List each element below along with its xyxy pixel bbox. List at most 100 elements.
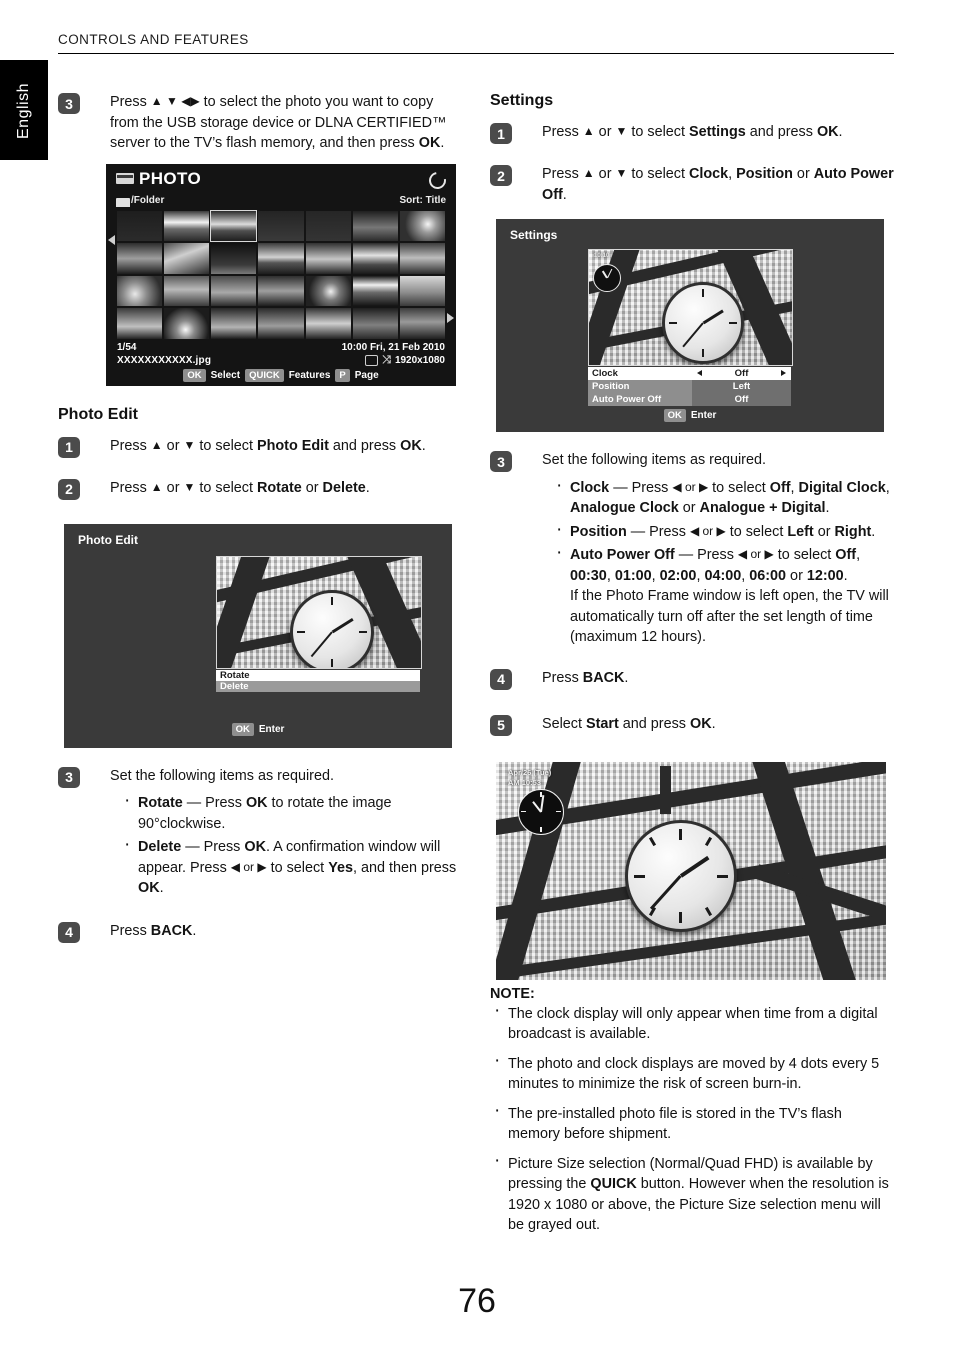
step-text: Set the following items as required. Clo… [542, 450, 896, 648]
frame-overlay-time: AM 10:53 [508, 777, 541, 787]
settings-row-label: Position [588, 380, 692, 393]
keyword: OK [244, 839, 266, 855]
t: , and then press [353, 859, 457, 876]
keyword: Position [736, 166, 793, 182]
step-badge: 1 [490, 123, 512, 144]
step-badge: 2 [58, 478, 80, 500]
note-item: Picture Size selection (Normal/Quad FHD)… [490, 1151, 896, 1236]
t: . [711, 715, 716, 732]
key-badge-ok: OK [183, 368, 206, 382]
photo-edit-option-rotate[interactable]: Rotate [216, 669, 420, 681]
key-label: Select [210, 369, 241, 381]
photo-thumbnail[interactable] [211, 275, 257, 306]
photo-thumbnail[interactable] [305, 243, 351, 274]
note-list: The clock display will only appear when … [490, 1001, 896, 1236]
settings-step-4: 4 Press BACK. [490, 668, 896, 698]
step-text: Press ▲ or ▼ to select Clock, Position o… [542, 164, 896, 205]
step-text-pre: Press [110, 94, 151, 110]
photo-thumbnail[interactable] [352, 210, 398, 241]
t: , [856, 547, 861, 563]
photo-thumbnail[interactable] [117, 243, 163, 274]
t: , [885, 479, 890, 496]
keyword: Off [769, 479, 791, 496]
t: . [624, 669, 629, 686]
photo-thumbnail[interactable] [352, 243, 398, 274]
sort-label[interactable]: Sort: Title [400, 195, 446, 206]
keyword: Settings [688, 124, 746, 140]
photo-thumbnail[interactable] [352, 308, 398, 339]
photo-thumbnail-selected[interactable] [210, 209, 258, 242]
dialog-title: Settings [510, 228, 558, 242]
keyword: OK [690, 715, 712, 732]
t: to select [725, 523, 788, 540]
settings-row-auto-power-off[interactable]: Auto Power Off Off [588, 393, 791, 406]
t: to select [627, 166, 689, 182]
t: Press [110, 922, 151, 939]
keyword: Auto Power Off [570, 547, 675, 563]
photo-thumbnail[interactable] [211, 308, 257, 339]
photo-thumbnail[interactable] [117, 275, 163, 306]
t: or [786, 567, 807, 584]
photo-thumbnail[interactable] [305, 275, 351, 306]
keyword: Rotate [256, 479, 302, 496]
photo-count: 1/54 [117, 341, 137, 353]
photo-thumbnail[interactable] [399, 243, 445, 274]
t: — Press [674, 547, 738, 563]
photo-thumbnail[interactable] [258, 275, 304, 306]
clock-photo-artwork [589, 250, 792, 365]
step-3-copy-photo: 3 Press ▲ ▼ ◀▶ to select the photo you w… [58, 92, 464, 154]
photo-thumbnail[interactable] [258, 243, 304, 274]
photo-thumbnail[interactable] [258, 308, 304, 339]
right-arrow-icon[interactable] [447, 312, 454, 323]
bullet-rotate: Rotate — Press OK to rotate the image 90… [124, 791, 464, 834]
photo-thumbnail[interactable] [117, 210, 163, 241]
photo-edit-step-2: 2 Press ▲ or ▼ to select Rotate or Delet… [58, 478, 464, 508]
key-badge-p: P [335, 368, 350, 382]
t: , [790, 479, 799, 496]
keyword: OK [816, 124, 839, 140]
clock-photo-artwork [217, 556, 421, 668]
left-arrow-icon[interactable] [697, 370, 702, 376]
photo-meta: ⤨ 1920x1080 [365, 354, 445, 366]
photo-datetime: 10:00 Fri, 21 Feb 2010 [341, 341, 445, 353]
t: or [813, 523, 835, 540]
settings-row-clock[interactable]: Clock Off [588, 367, 791, 380]
t: and press [618, 715, 690, 732]
photo-thumbnail[interactable] [352, 275, 398, 306]
key-label: Features [288, 369, 331, 381]
settings-row-position[interactable]: Position Left [588, 380, 791, 393]
t: or [678, 500, 700, 516]
photo-thumbnail[interactable] [305, 210, 351, 241]
photo-edit-step-3: 3 Set the following items as required. R… [58, 766, 464, 899]
photo-thumbnail[interactable] [258, 210, 304, 241]
photo-edit-step-4: 4 Press BACK. [58, 921, 464, 951]
t: to select [195, 437, 257, 454]
keyword: BACK [150, 922, 193, 939]
arrow-up-icon: ▲ [582, 166, 595, 180]
photo-thumbnail[interactable] [164, 308, 210, 339]
right-arrow-icon[interactable] [781, 370, 786, 376]
left-arrow-icon[interactable] [108, 234, 115, 245]
arrow-down-icon: ▼ [615, 166, 628, 180]
photo-thumbnail[interactable] [399, 210, 445, 241]
t: , [651, 567, 660, 584]
bullet-delete: Delete — Press OK. A confirmation window… [124, 835, 464, 899]
photo-thumbnail[interactable] [305, 308, 351, 339]
photo-thumbnail[interactable] [399, 308, 445, 339]
step-badge: 3 [58, 93, 80, 114]
lr-arrows-icon: ◀ or ▶ [689, 523, 726, 538]
photo-thumbnail[interactable] [164, 243, 210, 274]
step-text: Press ▲ or ▼ to select Photo Edit and pr… [110, 436, 464, 457]
bullet-position: Position — Press ◀ or ▶ to select Left o… [556, 520, 896, 543]
photo-thumbnail[interactable] [164, 210, 210, 241]
t: to select [195, 479, 257, 496]
photo-thumbnail[interactable] [399, 275, 445, 306]
step-badge: 5 [490, 714, 512, 736]
refresh-icon[interactable] [425, 168, 450, 192]
photo-edit-option-delete[interactable]: Delete [216, 680, 420, 692]
t: . [192, 922, 197, 939]
photo-thumbnail[interactable] [164, 275, 210, 306]
ok-keyword: OK [418, 135, 441, 151]
photo-thumbnail[interactable] [117, 308, 163, 339]
photo-thumbnail[interactable] [211, 243, 257, 274]
